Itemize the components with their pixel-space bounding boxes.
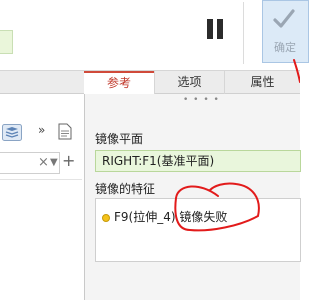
ribbon-input-field[interactable] xyxy=(0,30,13,54)
tab-bar: 参考 选项 属性 xyxy=(0,70,300,94)
model-tree-toolbar: » xyxy=(0,120,82,146)
tab-references[interactable]: 参考 xyxy=(84,71,154,94)
pause-button[interactable] xyxy=(194,8,234,52)
model-tree-panel: » × ▼ + xyxy=(0,94,82,300)
panel-grip-handle[interactable]: • • • • xyxy=(183,96,220,105)
double-chevron-right-icon[interactable]: » xyxy=(38,123,45,137)
mirrored-features-collector[interactable]: F9(拉伸_4) 镜像失败 xyxy=(95,198,301,262)
mirror-plane-collector[interactable]: RIGHT:F1(基准平面) xyxy=(95,150,301,172)
divider xyxy=(0,179,82,180)
feature-item-label: F9(拉伸_4) 镜像失败 xyxy=(114,210,228,224)
document-icon[interactable] xyxy=(58,123,72,140)
ribbon-divider xyxy=(243,2,244,64)
tab-properties[interactable]: 属性 xyxy=(224,71,300,94)
mirrored-features-label: 镜像的特征 xyxy=(95,182,156,196)
layers-icon[interactable] xyxy=(2,124,22,141)
ok-button[interactable]: 确定 xyxy=(262,0,309,63)
chevron-down-icon[interactable]: ▼ xyxy=(50,152,58,174)
list-item[interactable]: F9(拉伸_4) 镜像失败 xyxy=(102,209,227,225)
tab-options[interactable]: 选项 xyxy=(154,71,224,94)
references-panel: • • • • 镜像平面 RIGHT:F1(基准平面) 镜像的特征 F9(拉伸_… xyxy=(84,94,301,300)
mirror-plane-label: 镜像平面 xyxy=(95,132,144,146)
warning-dot-icon xyxy=(102,213,110,222)
pause-icon xyxy=(207,19,213,39)
ok-button-label: 确定 xyxy=(274,41,296,54)
clear-icon[interactable]: × xyxy=(38,152,49,174)
ribbon: 确定 xyxy=(0,0,309,70)
check-icon xyxy=(273,9,295,28)
add-icon[interactable]: + xyxy=(62,150,75,172)
